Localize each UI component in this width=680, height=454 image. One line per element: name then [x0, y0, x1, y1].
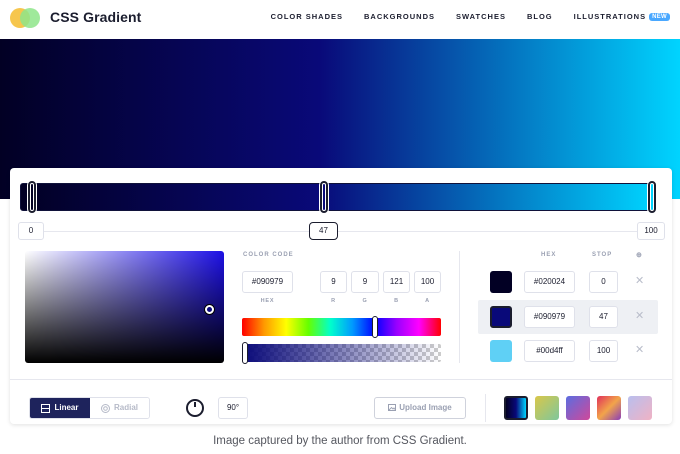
hue-slider[interactable]: [242, 318, 441, 336]
stop-label-100[interactable]: 100: [637, 222, 665, 240]
stop-label-0[interactable]: 0: [18, 222, 44, 240]
stop-label-47[interactable]: 47: [309, 222, 338, 240]
stops-stop-header: STOP: [592, 252, 613, 258]
preset-swatch[interactable]: [535, 396, 559, 420]
g-input[interactable]: 9: [351, 271, 379, 293]
nav-blog[interactable]: BLOG: [527, 12, 553, 21]
stop-color-swatch[interactable]: [490, 306, 512, 328]
linear-icon: [41, 403, 51, 413]
stop-color-swatch[interactable]: [490, 271, 512, 293]
nav-illustrations[interactable]: ILLUSTRATIONS NEW: [574, 12, 670, 21]
alpha-slider[interactable]: [242, 344, 441, 362]
logo-icon[interactable]: [10, 8, 44, 28]
linear-label: Linear: [54, 403, 79, 412]
nav-illustrations-label: ILLUSTRATIONS: [573, 12, 647, 21]
hex-input[interactable]: #090979: [242, 271, 293, 293]
radial-label: Radial: [113, 403, 138, 412]
a-caption: A: [425, 298, 430, 304]
b-caption: B: [394, 298, 399, 304]
stop-ruler: [40, 231, 638, 232]
top-nav: CSS Gradient COLOR SHADES BACKGROUNDS SW…: [0, 0, 680, 38]
stop-row: #020024 0 ✕: [478, 265, 658, 299]
stop-row-selected: #090979 47 ✕: [478, 300, 658, 334]
image-caption: Image captured by the author from CSS Gr…: [213, 435, 467, 447]
stop-hex-input[interactable]: #090979: [524, 306, 575, 328]
remove-stop-icon[interactable]: ✕: [635, 310, 644, 322]
radial-icon: [100, 403, 110, 413]
divider: [485, 394, 486, 422]
nav-links: COLOR SHADES BACKGROUNDS SWATCHES BLOG I…: [250, 12, 670, 21]
nav-color-shades[interactable]: COLOR SHADES: [271, 12, 343, 21]
new-badge: NEW: [649, 13, 670, 21]
hex-caption: HEX: [260, 298, 275, 304]
add-stop-icon[interactable]: ⊕: [636, 251, 643, 259]
stop-hex-input[interactable]: #00d4ff: [524, 340, 575, 362]
preset-swatch[interactable]: [504, 396, 528, 420]
color-code-label: COLOR CODE: [243, 252, 294, 258]
b-input[interactable]: 121: [383, 271, 410, 293]
stop-position-input[interactable]: 0: [589, 271, 618, 293]
r-caption: R: [331, 298, 336, 304]
alpha-slider-thumb[interactable]: [242, 342, 248, 364]
g-caption: G: [362, 298, 368, 304]
gradient-type-toggle: Linear Radial: [29, 397, 150, 419]
r-input[interactable]: 9: [320, 271, 347, 293]
stop-handle-100[interactable]: [648, 181, 656, 213]
preset-swatch[interactable]: [628, 396, 652, 420]
color-saturation-picker[interactable]: [25, 251, 224, 363]
divider: [10, 379, 672, 380]
divider: [459, 251, 460, 363]
preset-swatch[interactable]: [597, 396, 621, 420]
hue-slider-thumb[interactable]: [372, 316, 379, 338]
remove-stop-icon[interactable]: ✕: [635, 275, 644, 287]
nav-backgrounds[interactable]: BACKGROUNDS: [364, 12, 435, 21]
image-icon: [388, 404, 397, 411]
nav-swatches[interactable]: SWATCHES: [456, 12, 506, 21]
radial-button[interactable]: Radial: [90, 398, 149, 418]
stops-hex-header: HEX: [541, 252, 557, 258]
preset-swatch[interactable]: [566, 396, 590, 420]
stop-hex-input[interactable]: #020024: [524, 271, 575, 293]
a-input[interactable]: 100: [414, 271, 441, 293]
gradient-stop-bar[interactable]: [20, 183, 656, 211]
stop-handle-47[interactable]: [320, 181, 328, 213]
stop-position-input[interactable]: 47: [589, 306, 618, 328]
stop-row: #00d4ff 100 ✕: [478, 334, 658, 368]
stop-color-swatch[interactable]: [490, 340, 512, 362]
stop-position-input[interactable]: 100: [589, 340, 618, 362]
brand-name[interactable]: CSS Gradient: [50, 9, 141, 25]
stop-handle-0[interactable]: [28, 181, 36, 213]
linear-button[interactable]: Linear: [30, 398, 90, 418]
angle-dial-icon[interactable]: [186, 399, 204, 417]
upload-image-label: Upload Image: [399, 403, 452, 412]
upload-image-button[interactable]: Upload Image: [374, 397, 466, 419]
remove-stop-icon[interactable]: ✕: [635, 344, 644, 356]
angle-input[interactable]: 90°: [218, 397, 248, 419]
picker-cursor[interactable]: [205, 305, 214, 314]
